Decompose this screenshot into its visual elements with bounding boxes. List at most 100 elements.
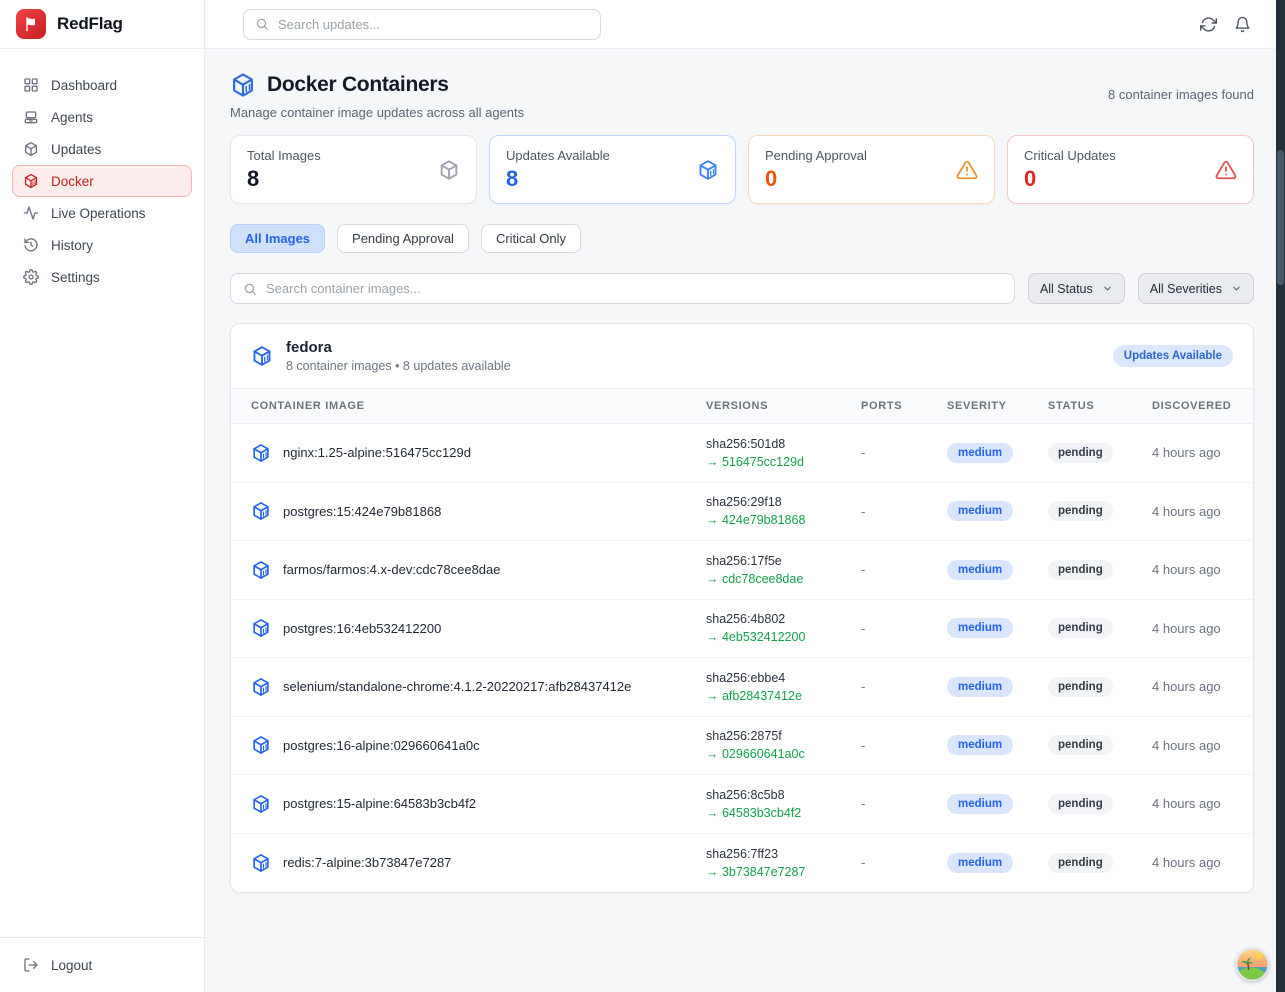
sidebar-item[interactable]: Settings xyxy=(12,261,192,293)
version-sha: sha256:2875f xyxy=(706,729,861,743)
status-filter-select[interactable]: All Status xyxy=(1028,273,1125,304)
column-header: Discovered xyxy=(1152,400,1233,412)
ports-value: - xyxy=(861,679,947,694)
filter-tab[interactable]: Critical Only xyxy=(481,224,581,253)
stat-icon xyxy=(697,159,719,181)
version-sha: sha256:17f5e xyxy=(706,554,861,568)
table-row[interactable]: redis:7-alpine:3b73847e7287 sha256:7ff23… xyxy=(231,834,1253,893)
sidebar-item[interactable]: Dashboard xyxy=(12,69,192,101)
discovered-value: 4 hours ago xyxy=(1152,796,1233,811)
version-target: → afb28437412e xyxy=(706,689,861,703)
status-badge: pending xyxy=(1048,853,1113,873)
sidebar-item-icon xyxy=(23,109,39,125)
discovered-value: 4 hours ago xyxy=(1152,445,1233,460)
sidebar: RedFlag Dashboard Agents Updates Docker xyxy=(0,0,205,992)
sidebar-item-icon xyxy=(23,269,39,285)
stat-value: 8 xyxy=(247,166,321,192)
group-meta: 8 container images • 8 updates available xyxy=(286,359,511,373)
status-badge: pending xyxy=(1048,501,1113,521)
version-target: → 424e79b81868 xyxy=(706,513,861,527)
logout-button[interactable]: Logout xyxy=(12,949,192,981)
status-badge: pending xyxy=(1048,443,1113,463)
docker-icon xyxy=(251,794,271,814)
ports-value: - xyxy=(861,445,947,460)
sidebar-item-label: Updates xyxy=(51,142,101,157)
severity-badge: medium xyxy=(947,501,1013,521)
stat-card: Pending Approval 0 xyxy=(748,135,995,204)
version-sha: sha256:ebbe4 xyxy=(706,671,861,685)
sidebar-item-icon xyxy=(23,205,39,221)
refresh-button[interactable] xyxy=(1200,16,1217,33)
stat-label: Total Images xyxy=(247,148,321,163)
search-icon xyxy=(243,282,257,296)
image-name: nginx:1.25-alpine:516475cc129d xyxy=(283,445,471,460)
discovered-value: 4 hours ago xyxy=(1152,621,1233,636)
table-row[interactable]: postgres:16-alpine:029660641a0c sha256:2… xyxy=(231,717,1253,776)
scrollbar[interactable] xyxy=(1276,0,1285,992)
global-search[interactable] xyxy=(243,9,601,40)
filter-tab[interactable]: Pending Approval xyxy=(337,224,469,253)
stat-label: Pending Approval xyxy=(765,148,867,163)
column-header: Container Image xyxy=(251,400,706,412)
main-content: Docker Containers Manage container image… xyxy=(205,49,1276,992)
image-name: postgres:16:4eb532412200 xyxy=(283,621,441,636)
bell-icon xyxy=(1234,16,1251,33)
sidebar-item[interactable]: Docker xyxy=(12,165,192,197)
table-row[interactable]: postgres:15:424e79b81868 sha256:29f18 → … xyxy=(231,483,1253,542)
sidebar-item-icon xyxy=(23,237,39,253)
version-sha: sha256:7ff23 xyxy=(706,847,861,861)
sidebar-item[interactable]: Agents xyxy=(12,101,192,133)
ports-value: - xyxy=(861,796,947,811)
version-target: → 64583b3cb4f2 xyxy=(706,806,861,820)
table-toolbar: All Status All Severities xyxy=(230,273,1254,304)
discovered-value: 4 hours ago xyxy=(1152,855,1233,870)
sidebar-item[interactable]: Live Operations xyxy=(12,197,192,229)
updates-available-badge: Updates Available xyxy=(1113,345,1233,367)
global-search-input[interactable] xyxy=(278,17,589,32)
table-row[interactable]: nginx:1.25-alpine:516475cc129d sha256:50… xyxy=(231,424,1253,483)
image-search-input[interactable] xyxy=(266,281,1002,296)
severity-badge: medium xyxy=(947,794,1013,814)
island-widget-button[interactable] xyxy=(1236,948,1269,981)
filter-tab[interactable]: All Images xyxy=(230,224,325,253)
version-sha: sha256:4b802 xyxy=(706,612,861,626)
table-row[interactable]: selenium/standalone-chrome:4.1.2-2022021… xyxy=(231,658,1253,717)
discovered-value: 4 hours ago xyxy=(1152,504,1233,519)
sidebar-item[interactable]: Updates xyxy=(12,133,192,165)
sidebar-item-icon xyxy=(23,173,39,189)
images-table: fedora 8 container images • 8 updates av… xyxy=(230,323,1254,893)
image-search[interactable] xyxy=(230,273,1015,304)
image-name: postgres:16-alpine:029660641a0c xyxy=(283,738,480,753)
brand-name: RedFlag xyxy=(57,14,123,34)
stat-card: Critical Updates 0 xyxy=(1007,135,1254,204)
table-row[interactable]: postgres:16:4eb532412200 sha256:4b802 → … xyxy=(231,600,1253,659)
discovered-value: 4 hours ago xyxy=(1152,562,1233,577)
sidebar-footer: Logout xyxy=(0,937,204,992)
scrollbar-thumb[interactable] xyxy=(1277,150,1284,285)
notifications-button[interactable] xyxy=(1234,16,1251,33)
severity-badge: medium xyxy=(947,853,1013,873)
stat-value: 0 xyxy=(765,166,867,192)
sidebar-item[interactable]: History xyxy=(12,229,192,261)
filter-tabs: All Images Pending Approval Critical Onl… xyxy=(230,224,1254,253)
table-row[interactable]: farmos/farmos:4.x-dev:cdc78cee8dae sha25… xyxy=(231,541,1253,600)
logout-label: Logout xyxy=(51,958,92,973)
stat-value: 0 xyxy=(1024,166,1116,192)
sidebar-item-label: Docker xyxy=(51,174,94,189)
search-icon xyxy=(255,17,269,31)
docker-icon xyxy=(251,345,273,367)
severity-badge: medium xyxy=(947,735,1013,755)
image-name: postgres:15-alpine:64583b3cb4f2 xyxy=(283,796,476,811)
sidebar-item-label: Settings xyxy=(51,270,100,285)
table-body: nginx:1.25-alpine:516475cc129d sha256:50… xyxy=(231,424,1253,892)
severity-filter-select[interactable]: All Severities xyxy=(1138,273,1254,304)
version-sha: sha256:501d8 xyxy=(706,437,861,451)
version-target: → cdc78cee8dae xyxy=(706,572,861,586)
topbar-actions xyxy=(1200,16,1251,33)
version-sha: sha256:29f18 xyxy=(706,495,861,509)
result-count: 8 container images found xyxy=(1108,87,1254,102)
table-header: Container Image Versions Ports Severity … xyxy=(231,388,1253,424)
chevron-down-icon xyxy=(1231,283,1242,294)
table-row[interactable]: postgres:15-alpine:64583b3cb4f2 sha256:8… xyxy=(231,775,1253,834)
discovered-value: 4 hours ago xyxy=(1152,679,1233,694)
